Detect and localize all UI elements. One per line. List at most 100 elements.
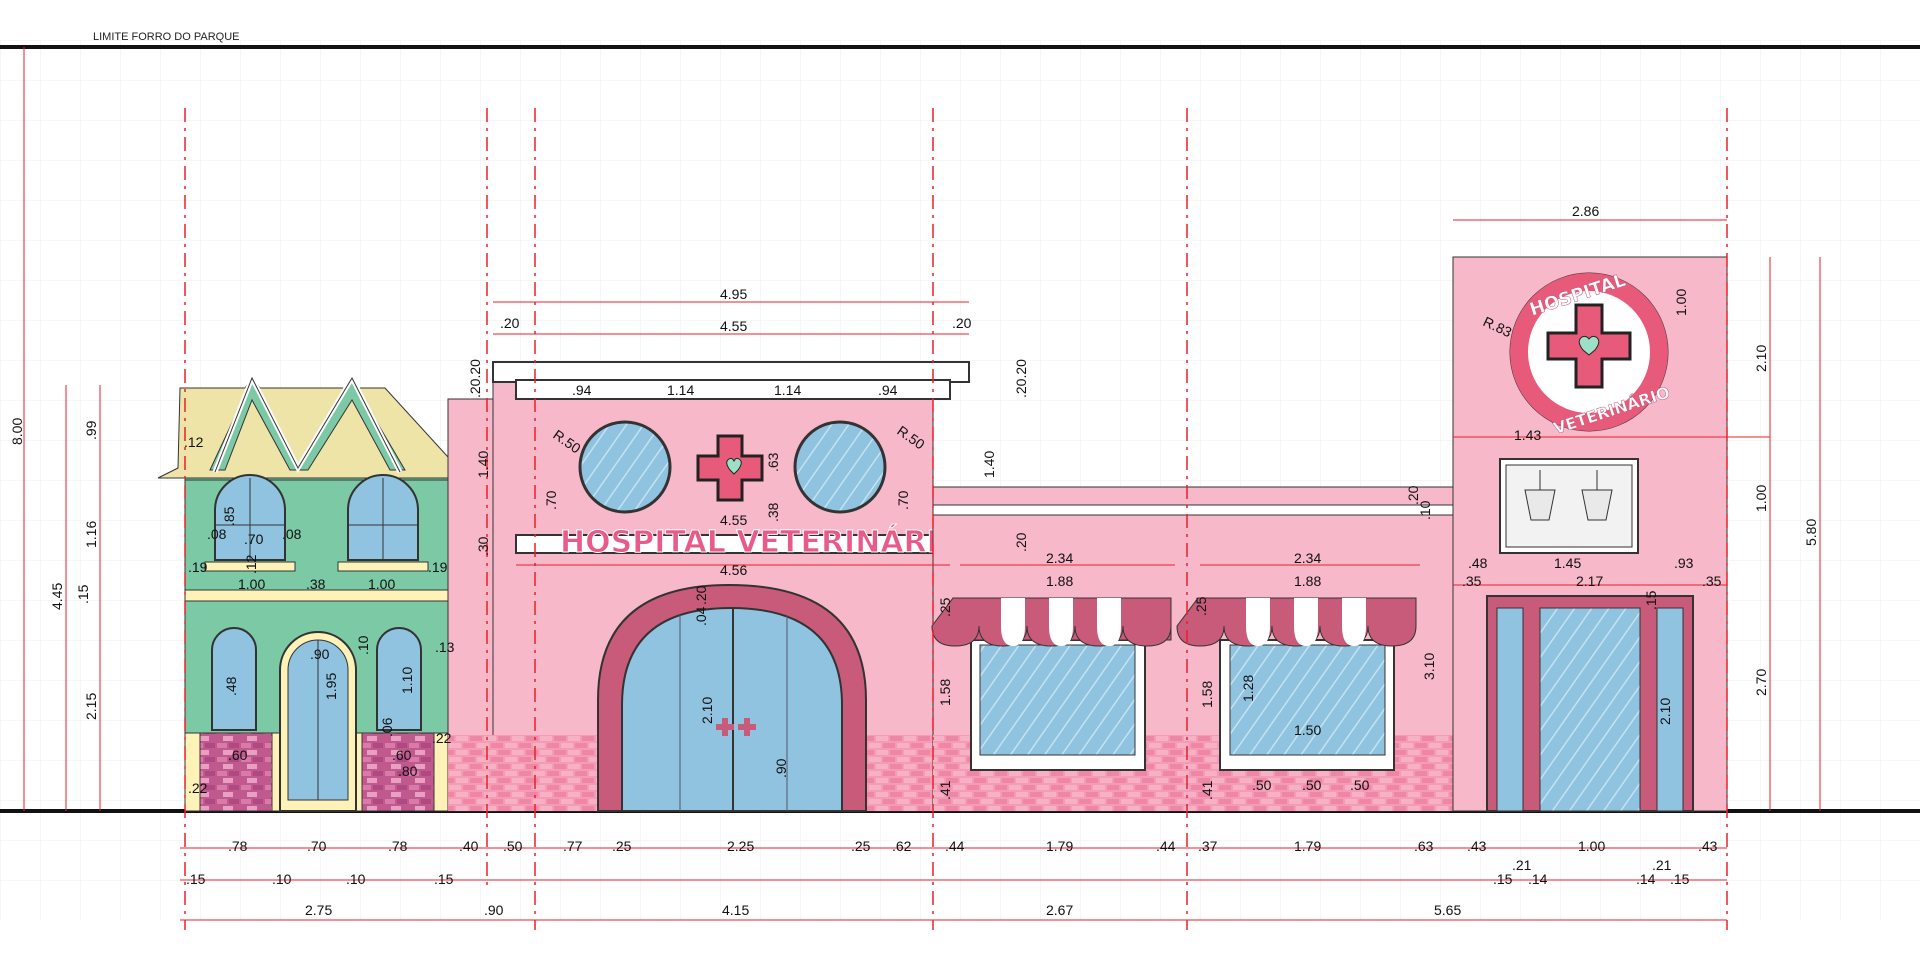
dim-t-415: 4.15 <box>722 902 749 918</box>
dim-cornice-h-r: .20.20 <box>1013 359 1029 398</box>
dim-upper-win-side-r: .08 <box>282 526 302 542</box>
dim-house-height: 4.45 <box>49 583 65 610</box>
tower-module: HOSPITAL VETERINÁRIO <box>1452 256 1728 812</box>
dim-shop-side: .25 <box>1193 596 1209 616</box>
dim-b2-14b: .14 <box>1636 871 1656 887</box>
dim-b-78a: .78 <box>228 838 248 854</box>
dim-porthole-h-l: .70 <box>543 490 559 510</box>
dim-house-w1: .19 <box>188 559 208 575</box>
dim-total-height: 8.00 <box>9 418 25 445</box>
house-planter-left <box>199 732 273 812</box>
dim-arch-handle: .90 <box>773 758 789 778</box>
dim-house-band: .15 <box>75 584 91 604</box>
awning-left <box>931 597 1172 647</box>
dim-hospital-inner: 4.55 <box>720 318 747 334</box>
dim-band-w: 4.56 <box>720 562 747 578</box>
dim-arch-top: .20 <box>693 585 709 605</box>
dim-lamp-w: 1.43 <box>1514 427 1541 443</box>
dim-upper-win-arch: .85 <box>221 506 237 526</box>
dim-b2-10b: .10 <box>346 871 366 887</box>
dim-mid-wall: 3.10 <box>1421 653 1437 680</box>
dim-b2-15b: .15 <box>434 871 454 887</box>
dim-upper-win-w: .70 <box>244 531 264 547</box>
dim-planter-w1: .60 <box>228 747 248 763</box>
dim-cornice-r: .20 <box>952 315 972 331</box>
ceiling-label: LIMITE FORRO DO PARQUE <box>93 31 239 43</box>
dim-b-50: .50 <box>503 838 523 854</box>
dim-side-h: .25 <box>937 597 953 617</box>
dim-tower-e: 2.17 <box>1576 573 1603 589</box>
dim-shop-h2: 1.58 <box>1199 681 1215 708</box>
dim-shop-sub3: .50 <box>1350 777 1370 793</box>
dim-shop-base2: .41 <box>1199 780 1215 800</box>
dim-tower-mid: 1.00 <box>1753 485 1769 512</box>
dim-planter-gap: .22 <box>432 730 452 746</box>
dim-b-44b: .44 <box>1156 838 1176 854</box>
dim-hospital-top: 4.95 <box>720 286 747 302</box>
dim-cornice-h-l: .20.20 <box>467 359 483 398</box>
dim-door-h: 1.95 <box>323 673 339 700</box>
dim-b-70: .70 <box>307 838 327 854</box>
dim-small-win-top: .06 <box>379 717 395 737</box>
dim-seg-114b: 1.14 <box>774 382 801 398</box>
dim-shop-in2: 1.88 <box>1294 573 1321 589</box>
dim-b2-15d: .15 <box>1670 871 1690 887</box>
dim-shop-sub1: .50 <box>1252 777 1272 793</box>
house-module <box>157 371 477 812</box>
dim-shop-win-h: 1.28 <box>1240 675 1256 702</box>
dim-porthole-h-r: .70 <box>895 490 911 510</box>
dim-shop-h1: 1.58 <box>937 679 953 706</box>
dim-b2-21b: .21 <box>1652 857 1672 873</box>
porthole-left <box>578 420 672 514</box>
dim-b-63: .63 <box>1414 838 1434 854</box>
dim-b2-10a: .10 <box>272 871 292 887</box>
dim-tower-f: .35 <box>1702 573 1722 589</box>
shop-module <box>931 486 1454 812</box>
dim-b2-14a: .14 <box>1528 871 1548 887</box>
dim-door-w: .90 <box>310 646 330 662</box>
dim-base-l: .22 <box>188 780 208 796</box>
dim-upper-win-sill: .12 <box>243 554 259 574</box>
dim-eave: .12 <box>184 434 204 450</box>
dim-b-25a: .25 <box>612 838 632 854</box>
dim-b-62: .62 <box>892 838 912 854</box>
dim-b-43b: .43 <box>1698 838 1718 854</box>
dim-arch-ins: .04 <box>693 606 709 626</box>
dim-house-lower: 2.15 <box>83 693 99 720</box>
dim-shop-sub2: .50 <box>1302 777 1322 793</box>
dim-shop-top1: 2.34 <box>1046 550 1073 566</box>
dim-b-25b: .25 <box>851 838 871 854</box>
dim-t-90: .90 <box>484 902 504 918</box>
dim-tower-d: .35 <box>1462 573 1482 589</box>
dim-sign-w: 4.55 <box>720 512 747 528</box>
dim-t-275: 2.75 <box>305 902 332 918</box>
dim-shop-base1: .41 <box>937 780 953 800</box>
dim-house-w4: 1.00 <box>368 576 395 592</box>
dim-house-w5: .19 <box>428 559 448 575</box>
dim-house-w3: .38 <box>306 576 326 592</box>
dim-tower-door-h: 2.10 <box>1657 698 1673 725</box>
dim-b-78b: .78 <box>388 838 408 854</box>
dim-upper-win-side-l: .08 <box>207 526 227 542</box>
dim-house-w2: 1.00 <box>238 576 265 592</box>
dim-small-win-h2: 1.10 <box>399 667 415 694</box>
dim-shop-in1: 1.88 <box>1046 573 1073 589</box>
dim-seg-94a: .94 <box>572 382 592 398</box>
dim-t-267: 2.67 <box>1046 902 1073 918</box>
dim-wall-upper-l: 1.40 <box>475 451 491 478</box>
dim-seg-94b: .94 <box>878 382 898 398</box>
dim-house-upper: 1.16 <box>83 521 99 548</box>
dim-arch-door-h: 2.10 <box>699 697 715 724</box>
dim-b2-15c: .15 <box>1493 871 1513 887</box>
dim-tower-low: 2.70 <box>1753 669 1769 696</box>
hospital-sign: HOSPITAL VETERINÁRIO <box>560 524 963 560</box>
dim-b-179a: 1.79 <box>1046 838 1073 854</box>
dim-b-179b: 1.79 <box>1294 838 1321 854</box>
dim-cross-sub: .38 <box>765 502 781 522</box>
elevation-drawing: LIMITE FORRO DO PARQUE HOSPITAL VETERINÁ… <box>0 31 1920 930</box>
dim-b-37: .37 <box>1198 838 1218 854</box>
dim-b2-15a: .15 <box>186 871 206 887</box>
dim-shop-top2: 2.34 <box>1294 550 1321 566</box>
dim-house-roof: .99 <box>83 420 99 440</box>
dim-tower-total: 5.80 <box>1803 519 1819 546</box>
